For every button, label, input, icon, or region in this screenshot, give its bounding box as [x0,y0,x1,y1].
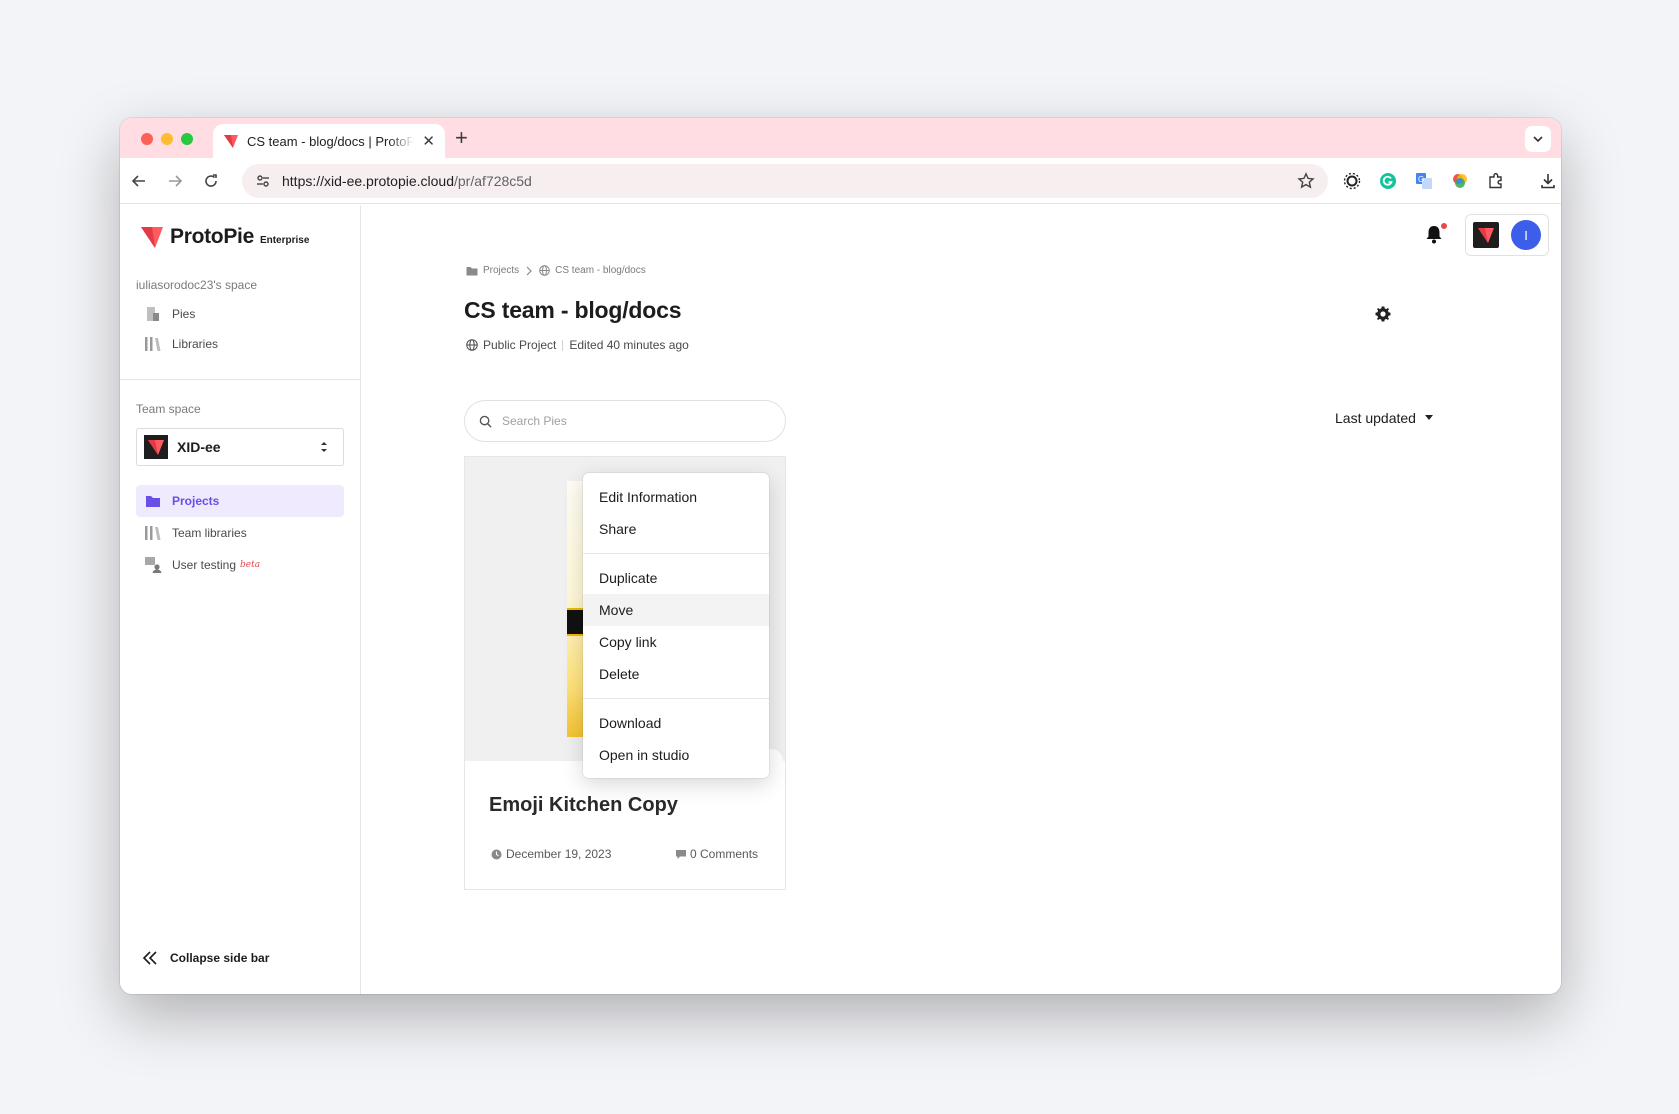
libraries-icon [144,335,162,353]
bookmark-star-icon[interactable] [1296,171,1316,191]
menu-item-move[interactable]: Move [583,594,769,626]
beta-badge: beta [240,560,261,570]
team-space-selector[interactable]: XID-ee [136,428,344,466]
site-settings-icon[interactable] [252,170,274,192]
project-meta: Public Project Edited 40 minutes ago [466,338,689,352]
sort-label: Last updated [1335,410,1416,426]
menu-item-open-in-studio[interactable]: Open in studio [583,739,769,771]
brand-logo[interactable]: ProtoPie Enterprise [140,225,309,249]
translate-icon[interactable]: G [1414,171,1434,191]
comment-icon [676,849,686,859]
sidebar-item-pies[interactable]: Pies [136,298,344,330]
menu-item-copy-link[interactable]: Copy link [583,626,769,658]
globe-icon [466,339,478,351]
sidebar-item-user-testing[interactable]: User testing beta [136,549,344,581]
minimize-window-button[interactable] [161,133,173,145]
tab-close-icon[interactable]: ✕ [422,132,435,150]
brand-edition: Enterprise [259,234,310,246]
user-avatar[interactable]: I [1511,220,1541,250]
search-pies-field[interactable] [464,400,786,442]
address-bar[interactable]: https://xid-ee.protopie.cloud/pr/af728c5… [242,164,1328,198]
double-chevron-left-icon [142,951,157,965]
color-picker-icon[interactable] [1450,171,1470,191]
sort-dropdown[interactable]: Last updated [1335,410,1433,426]
grammarly-icon[interactable] [1378,171,1398,191]
brand-name: ProtoPie [170,225,254,248]
folder-icon [466,266,478,275]
team-logo-icon [144,435,168,459]
reload-icon[interactable] [198,168,224,194]
meta-divider [562,339,564,351]
url-text: https://xid-ee.protopie.cloud/pr/af728c5… [282,173,532,189]
team-space-label: Team space [136,402,201,416]
extension-sun-icon[interactable] [1342,171,1362,191]
breadcrumb: Projects CS team - blog/docs [466,265,646,276]
protopie-logo-icon [141,227,163,248]
back-arrow-icon[interactable] [126,168,152,194]
menu-item-download[interactable]: Download [583,707,769,739]
sidebar-item-projects[interactable]: Projects [136,485,344,517]
user-testing-icon [144,556,162,574]
breadcrumb-current-project[interactable]: CS team - blog/docs [539,265,646,276]
chevron-right-icon [526,266,532,276]
menu-divider [583,553,769,554]
team-logo-icon [1473,222,1499,248]
tab-search-icon[interactable] [1525,126,1551,152]
tab-strip: CS team - blog/docs | ProtoPie ✕ + [120,118,1561,158]
breadcrumb-projects[interactable]: Projects [466,265,519,276]
sidebar: ProtoPie Enterprise iuliasorodoc23's spa… [120,205,361,994]
visibility-label: Public Project [483,338,557,352]
search-input[interactable] [502,414,762,428]
team-name: XID-ee [177,439,221,455]
menu-item-delete[interactable]: Delete [583,658,769,690]
extensions-puzzle-icon[interactable] [1486,171,1506,191]
gear-icon[interactable] [1374,305,1392,323]
svg-text:G: G [1418,175,1424,184]
folder-icon [144,492,162,510]
menu-item-share[interactable]: Share [583,513,769,545]
clock-icon [491,849,502,859]
globe-icon [539,265,550,276]
libraries-icon [144,524,162,542]
protopie-favicon-icon [223,133,239,149]
pie-context-menu: Edit Information Share Duplicate Move Co… [583,473,769,778]
personal-space-label: iuliasorodoc23's space [136,278,258,292]
browser-window: CS team - blog/docs | ProtoPie ✕ + https… [120,118,1561,994]
main-content: I Projects CS team - blog/docs CS team -… [361,205,1561,994]
menu-item-duplicate[interactable]: Duplicate [583,562,769,594]
menu-divider [583,698,769,699]
maximize-window-button[interactable] [181,133,193,145]
account-switcher[interactable]: I [1465,214,1549,256]
new-tab-icon[interactable]: + [455,126,468,150]
notification-dot [1441,223,1447,229]
pie-date: December 19, 2023 [491,847,611,861]
sidebar-item-team-libraries[interactable]: Team libraries [136,517,344,549]
pie-title[interactable]: Emoji Kitchen Copy [489,794,678,817]
edited-label: Edited 40 minutes ago [569,338,689,352]
pie-comments[interactable]: 0 Comments [675,847,758,861]
forward-arrow-icon[interactable] [162,168,188,194]
chevron-updown-icon [321,442,327,452]
tab-title: CS team - blog/docs | ProtoPie [247,133,415,149]
search-icon [479,415,492,428]
page-title: CS team - blog/docs [464,297,682,323]
caret-down-icon [1424,415,1433,420]
menu-item-edit-information[interactable]: Edit Information [583,481,769,513]
collapse-sidebar-button[interactable]: Collapse side bar [142,950,269,966]
close-window-button[interactable] [141,133,153,145]
browser-tab[interactable]: CS team - blog/docs | ProtoPie ✕ [213,124,445,158]
pies-icon [144,305,162,323]
sidebar-divider [120,379,360,380]
browser-toolbar: https://xid-ee.protopie.cloud/pr/af728c5… [120,158,1561,204]
sidebar-item-libraries[interactable]: Libraries [136,328,344,360]
download-icon[interactable] [1538,171,1558,191]
